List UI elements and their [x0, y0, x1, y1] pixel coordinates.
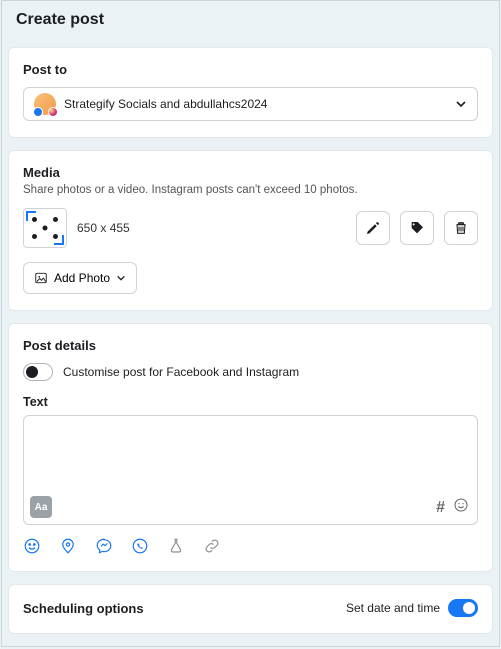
- media-dimensions: 650 x 455: [77, 221, 346, 235]
- page-title: Create post: [16, 11, 485, 29]
- add-photo-button[interactable]: Add Photo: [23, 262, 137, 294]
- set-date-label: Set date and time: [346, 601, 440, 615]
- account-avatar: [34, 93, 56, 115]
- set-date-toggle[interactable]: [448, 599, 478, 617]
- trash-icon: [453, 220, 469, 236]
- media-subtitle: Share photos or a video. Instagram posts…: [23, 184, 478, 196]
- image-icon: [34, 271, 48, 285]
- emoji-button[interactable]: [453, 497, 469, 518]
- post-details-title: Post details: [23, 338, 478, 353]
- feeling-button[interactable]: [23, 537, 41, 555]
- media-thumbnail[interactable]: [23, 208, 67, 248]
- scheduling-card: Scheduling options Set date and time: [8, 584, 493, 634]
- text-style-button[interactable]: Aa: [30, 496, 52, 518]
- messenger-icon: [95, 537, 113, 555]
- instagram-badge-icon: [48, 107, 58, 117]
- post-details-card: Post details Customise post for Facebook…: [8, 323, 493, 572]
- add-photo-label: Add Photo: [54, 271, 110, 285]
- post-to-card: Post to Strategify Socials and abdullahc…: [8, 47, 493, 138]
- chevron-down-icon: [116, 273, 126, 283]
- edit-media-button[interactable]: [356, 211, 390, 245]
- page-header: Create post: [2, 1, 499, 41]
- customise-toggle-label: Customise post for Facebook and Instagra…: [63, 365, 299, 379]
- hashtag-button[interactable]: #: [436, 499, 445, 517]
- messenger-button[interactable]: [95, 537, 113, 555]
- text-label: Text: [23, 395, 478, 409]
- link-button[interactable]: [203, 537, 221, 555]
- post-to-select[interactable]: Strategify Socials and abdullahcs2024: [23, 87, 478, 121]
- pencil-icon: [365, 220, 381, 236]
- tag-icon: [409, 220, 425, 236]
- post-text-input[interactable]: [24, 416, 477, 524]
- smile-icon: [453, 497, 469, 513]
- media-title: Media: [23, 165, 478, 180]
- link-icon: [203, 537, 221, 555]
- flask-icon: [167, 537, 185, 555]
- whatsapp-button[interactable]: [131, 537, 149, 555]
- chevron-down-icon: [455, 98, 467, 110]
- delete-media-button[interactable]: [444, 211, 478, 245]
- tag-media-button[interactable]: [400, 211, 434, 245]
- facebook-badge-icon: [33, 107, 43, 117]
- smile-icon: [23, 537, 41, 555]
- whatsapp-icon: [131, 537, 149, 555]
- post-to-title: Post to: [23, 62, 478, 77]
- location-pin-icon: [59, 537, 77, 555]
- scheduling-title: Scheduling options: [23, 601, 144, 616]
- post-text-wrap: Aa #: [23, 415, 478, 525]
- post-to-selected-label: Strategify Socials and abdullahcs2024: [64, 97, 455, 111]
- customise-toggle[interactable]: [23, 363, 53, 381]
- location-button[interactable]: [59, 537, 77, 555]
- media-card: Media Share photos or a video. Instagram…: [8, 150, 493, 311]
- ab-test-button[interactable]: [167, 537, 185, 555]
